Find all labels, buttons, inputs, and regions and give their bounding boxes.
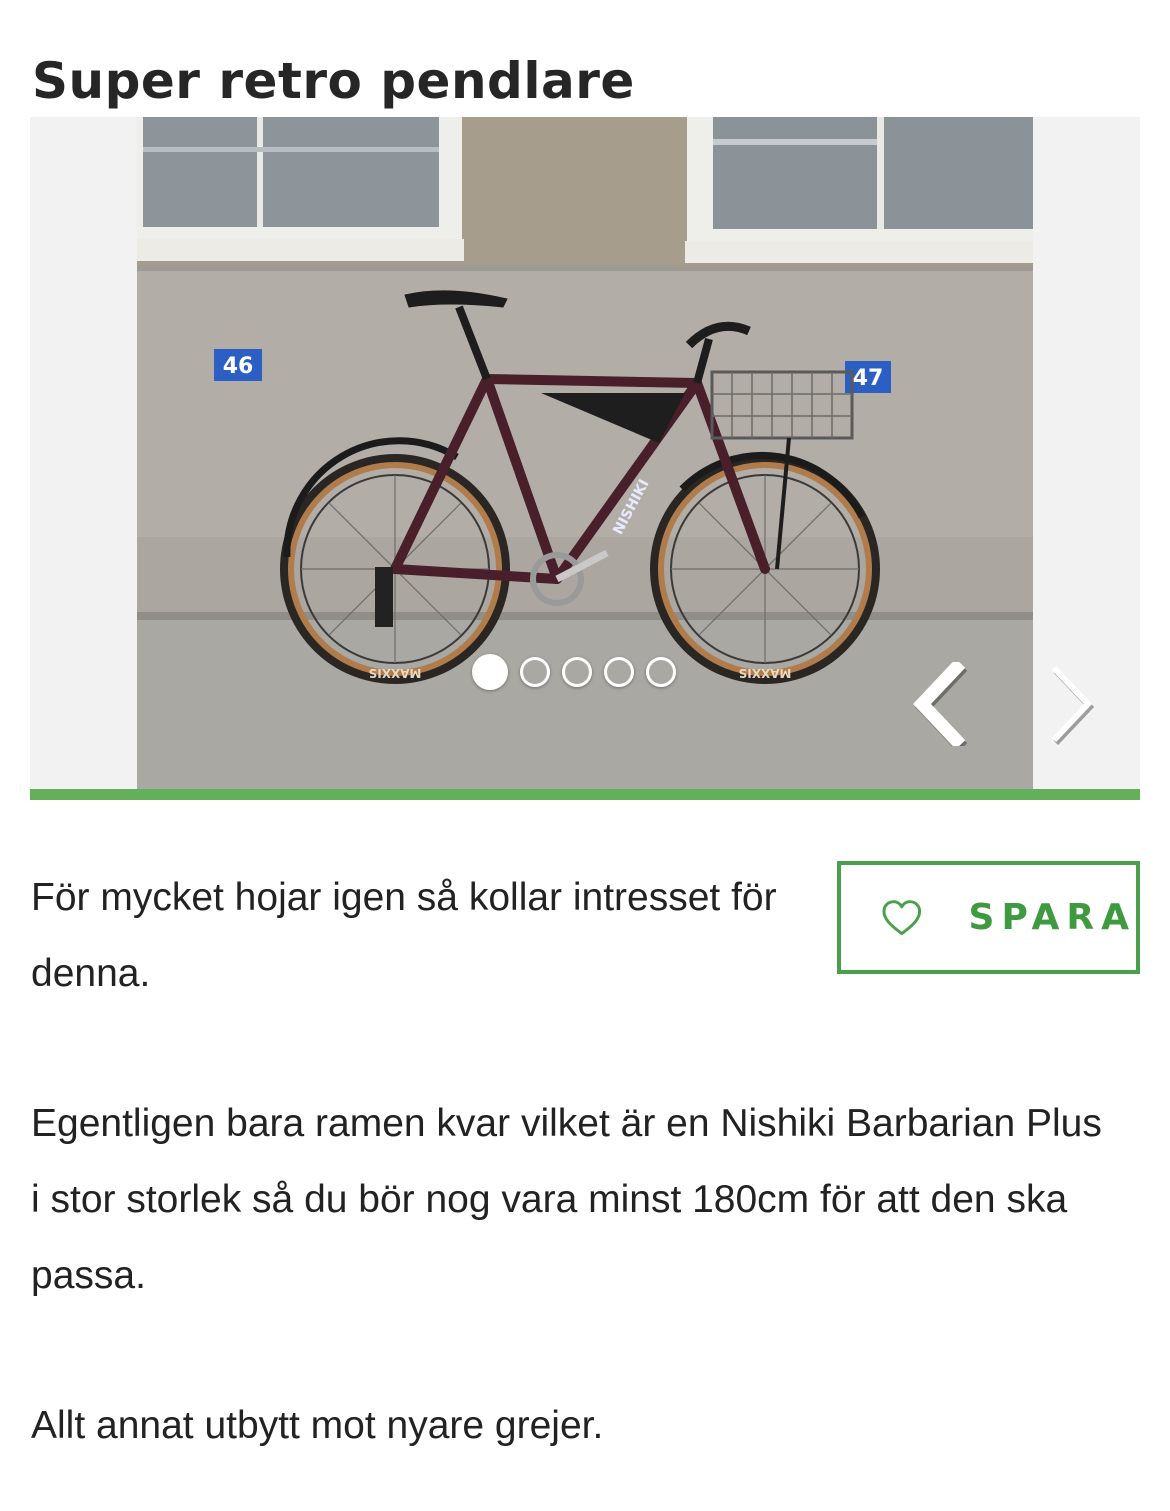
description-paragraph-1: För mycket hojar igen så kollar intresse… <box>31 876 777 995</box>
gallery-dot-3[interactable] <box>562 657 592 687</box>
gallery-accent-bar <box>30 789 1140 800</box>
gallery-dot-4[interactable] <box>604 657 634 687</box>
gallery-dot-2[interactable] <box>520 657 550 687</box>
house-number-47: 47 <box>853 366 884 391</box>
save-button[interactable]: SPARA <box>837 861 1140 974</box>
heart-icon <box>882 899 922 935</box>
description-paragraph-3: Allt annat utbytt mot nyare grejer. <box>31 1404 604 1447</box>
description-paragraph-2: Egentligen bara ramen kvar vilket är en … <box>31 1102 1102 1297</box>
tire-brand-rear: MAXXIS <box>369 666 422 680</box>
chevron-right-icon[interactable] <box>1040 662 1100 746</box>
listing-title: Super retro pendlare <box>32 51 635 110</box>
gallery-dot-5[interactable] <box>646 657 676 687</box>
gallery-dot-1[interactable] <box>472 654 508 690</box>
gallery-pagination[interactable] <box>472 654 676 690</box>
house-number-46: 46 <box>223 354 254 379</box>
tire-brand-front: MAXXIS <box>739 666 792 680</box>
save-button-label: SPARA <box>968 897 1136 938</box>
image-gallery[interactable]: 46 47 MAXXIS MAXXIS NISHIKI <box>30 117 1140 789</box>
chevron-left-icon[interactable] <box>910 662 970 746</box>
